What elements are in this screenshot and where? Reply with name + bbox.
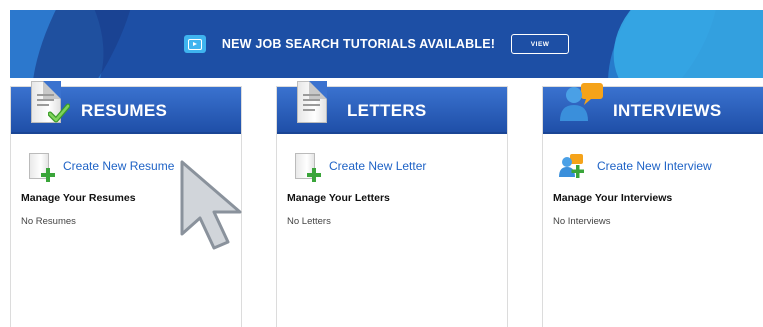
create-new-resume-label[interactable]: Create New Resume — [63, 159, 174, 173]
view-tutorials-button[interactable]: VIEW — [511, 34, 570, 54]
create-new-interview-label[interactable]: Create New Interview — [597, 159, 712, 173]
interview-people-icon — [560, 83, 603, 121]
interviews-title: INTERVIEWS — [613, 101, 722, 120]
create-new-interview-link[interactable]: Create New Interview — [553, 146, 754, 186]
tutorials-banner: NEW JOB SEARCH TUTORIALS AVAILABLE! VIEW — [10, 10, 763, 78]
create-new-letter-link[interactable]: Create New Letter — [287, 146, 497, 186]
new-interview-plus-icon — [559, 154, 584, 178]
no-letters-text: No Letters — [287, 216, 331, 227]
no-interviews-text: No Interviews — [553, 216, 611, 227]
letters-title: LETTERS — [347, 101, 427, 120]
banner-text: NEW JOB SEARCH TUTORIALS AVAILABLE! — [221, 37, 496, 51]
mouse-pointer-arrow-icon — [180, 160, 242, 250]
manage-interviews-title: Manage Your Interviews — [553, 192, 673, 204]
video-play-icon — [183, 35, 206, 53]
letter-document-icon — [297, 81, 327, 123]
letters-card: LETTERS Create New Letter Manage Your Le… — [276, 81, 508, 327]
resumes-title: RESUMES — [81, 101, 168, 120]
resumes-card-header: RESUMES — [11, 81, 241, 134]
interviews-card-header: INTERVIEWS — [543, 83, 763, 134]
manage-letters-title: Manage Your Letters — [287, 192, 390, 204]
interviews-card: INTERVIEWS Create New Interview Manage Y… — [542, 83, 763, 327]
create-new-letter-label[interactable]: Create New Letter — [329, 159, 426, 173]
letters-card-header: LETTERS — [277, 81, 507, 134]
new-document-plus-icon — [29, 153, 55, 182]
new-document-plus-icon — [295, 153, 321, 182]
